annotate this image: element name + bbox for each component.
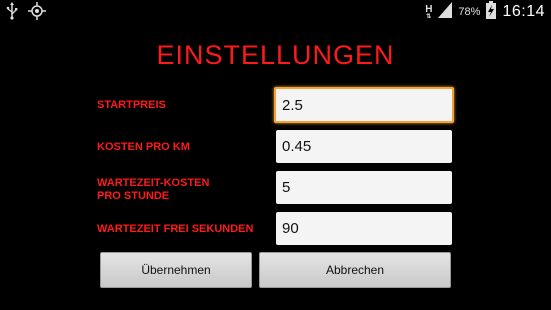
wartezeit-kosten-label: WARTEZEIT-KOSTEN PRO STUNDE [97, 177, 210, 202]
battery-charging-icon [486, 1, 497, 23]
wartezeit-frei-sekunden-label: WARTEZEIT FREI SEKUNDEN [97, 223, 254, 235]
cancel-button[interactable]: Abbrechen [259, 252, 451, 288]
wartezeit-frei-sekunden-input[interactable] [276, 212, 452, 245]
apply-button[interactable]: Übernehmen [100, 252, 252, 288]
usb-icon [6, 2, 18, 24]
kosten-pro-km-input[interactable] [276, 130, 452, 163]
wartezeit-kosten-input[interactable] [276, 171, 452, 204]
battery-percent: 78% [458, 6, 481, 18]
page-title: EINSTELLUNGEN [156, 40, 395, 70]
startpreis-input[interactable] [274, 87, 454, 123]
status-bar: H ⇅ 78% 16:14 [0, 0, 551, 24]
kosten-pro-km-label: KOSTEN PRO KM [97, 141, 190, 153]
gps-icon [28, 2, 46, 24]
network-h-icon: H ⇅ [425, 3, 433, 20]
signal-icon [438, 2, 453, 22]
startpreis-label: STARTPREIS [97, 99, 166, 111]
clock: 16:14 [502, 3, 545, 20]
settings-screen: H ⇅ 78% 16:14 EINSTELLUNGEN STARTPREIS 2… [0, 0, 551, 310]
